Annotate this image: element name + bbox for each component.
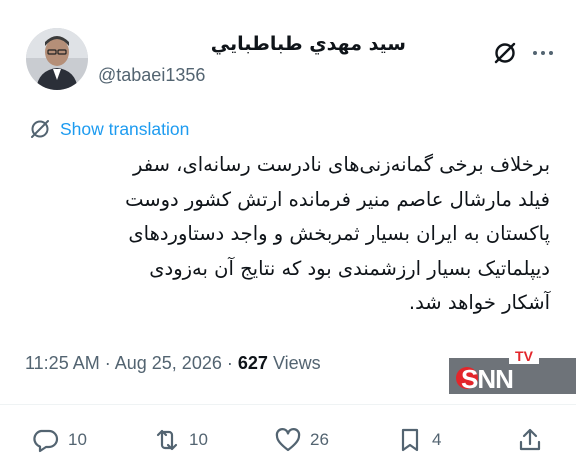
tweet-meta: 11:25 AM · Aug 25, 2026 · 627 Views: [25, 353, 321, 374]
like-button[interactable]: 26: [274, 420, 329, 460]
reply-count: 10: [68, 430, 87, 449]
snn-tv-watermark: TV SNN: [449, 348, 576, 394]
author-handle[interactable]: @tabaei1356: [98, 65, 205, 86]
tweet-line: آشکار خواهد شد.: [408, 291, 550, 314]
heart-icon: [275, 428, 301, 452]
avatar[interactable]: [26, 28, 88, 90]
reply-icon: [33, 429, 59, 453]
watermark-tv: TV: [515, 348, 534, 364]
tweet-line: برخلاف برخی گمانه‌زنی‌های نادرست رسانه‌ا…: [132, 153, 550, 176]
repost-button[interactable]: 10: [153, 420, 208, 460]
like-count: 26: [310, 430, 329, 449]
share-icon: [519, 428, 541, 451]
divider: [0, 404, 576, 405]
share-button[interactable]: [516, 420, 544, 460]
more-icon[interactable]: [530, 40, 556, 66]
tweet-line: دیپلماتیک بسیار ارزشمندی بود که نتایج آن…: [149, 256, 550, 280]
views-count[interactable]: 627: [238, 353, 268, 373]
tweet-header: سيد مهدي طباطبايي @tabaei1356: [26, 26, 556, 92]
tweet-line: پاکستان به ایران بسیار ثمربخش و واجد دست…: [128, 222, 550, 245]
meta-separator: ·: [104, 353, 111, 373]
grok-icon[interactable]: [492, 40, 518, 66]
action-bar: 10 10 26 4: [0, 420, 576, 460]
translate-icon: [31, 120, 49, 138]
repost-count: 10: [189, 430, 208, 449]
tweet-text: برخلاف برخی گمانه‌زنی‌های نادرست رسانه‌ا…: [24, 148, 550, 321]
author-display-name[interactable]: سيد مهدي طباطبايي: [211, 33, 406, 55]
show-translation-label[interactable]: Show translation: [60, 119, 189, 140]
watermark-snn: SNN: [461, 364, 513, 394]
views-label: Views: [272, 353, 321, 373]
tweet-time[interactable]: 11:25 AM: [25, 353, 100, 373]
bookmark-button[interactable]: 4: [396, 420, 441, 460]
tweet-line: فیلد مارشال عاصم منیر فرمانده ارتش کشور …: [125, 187, 550, 211]
repost-icon: [156, 429, 178, 451]
bookmark-icon: [401, 428, 419, 452]
reply-button[interactable]: 10: [32, 420, 87, 460]
bookmark-count: 4: [432, 430, 442, 449]
tweet-date[interactable]: Aug 25, 2026: [115, 353, 222, 373]
avatar-photo: [26, 28, 88, 90]
show-translation-link[interactable]: Show translation: [28, 116, 189, 142]
meta-separator: ·: [226, 353, 233, 373]
